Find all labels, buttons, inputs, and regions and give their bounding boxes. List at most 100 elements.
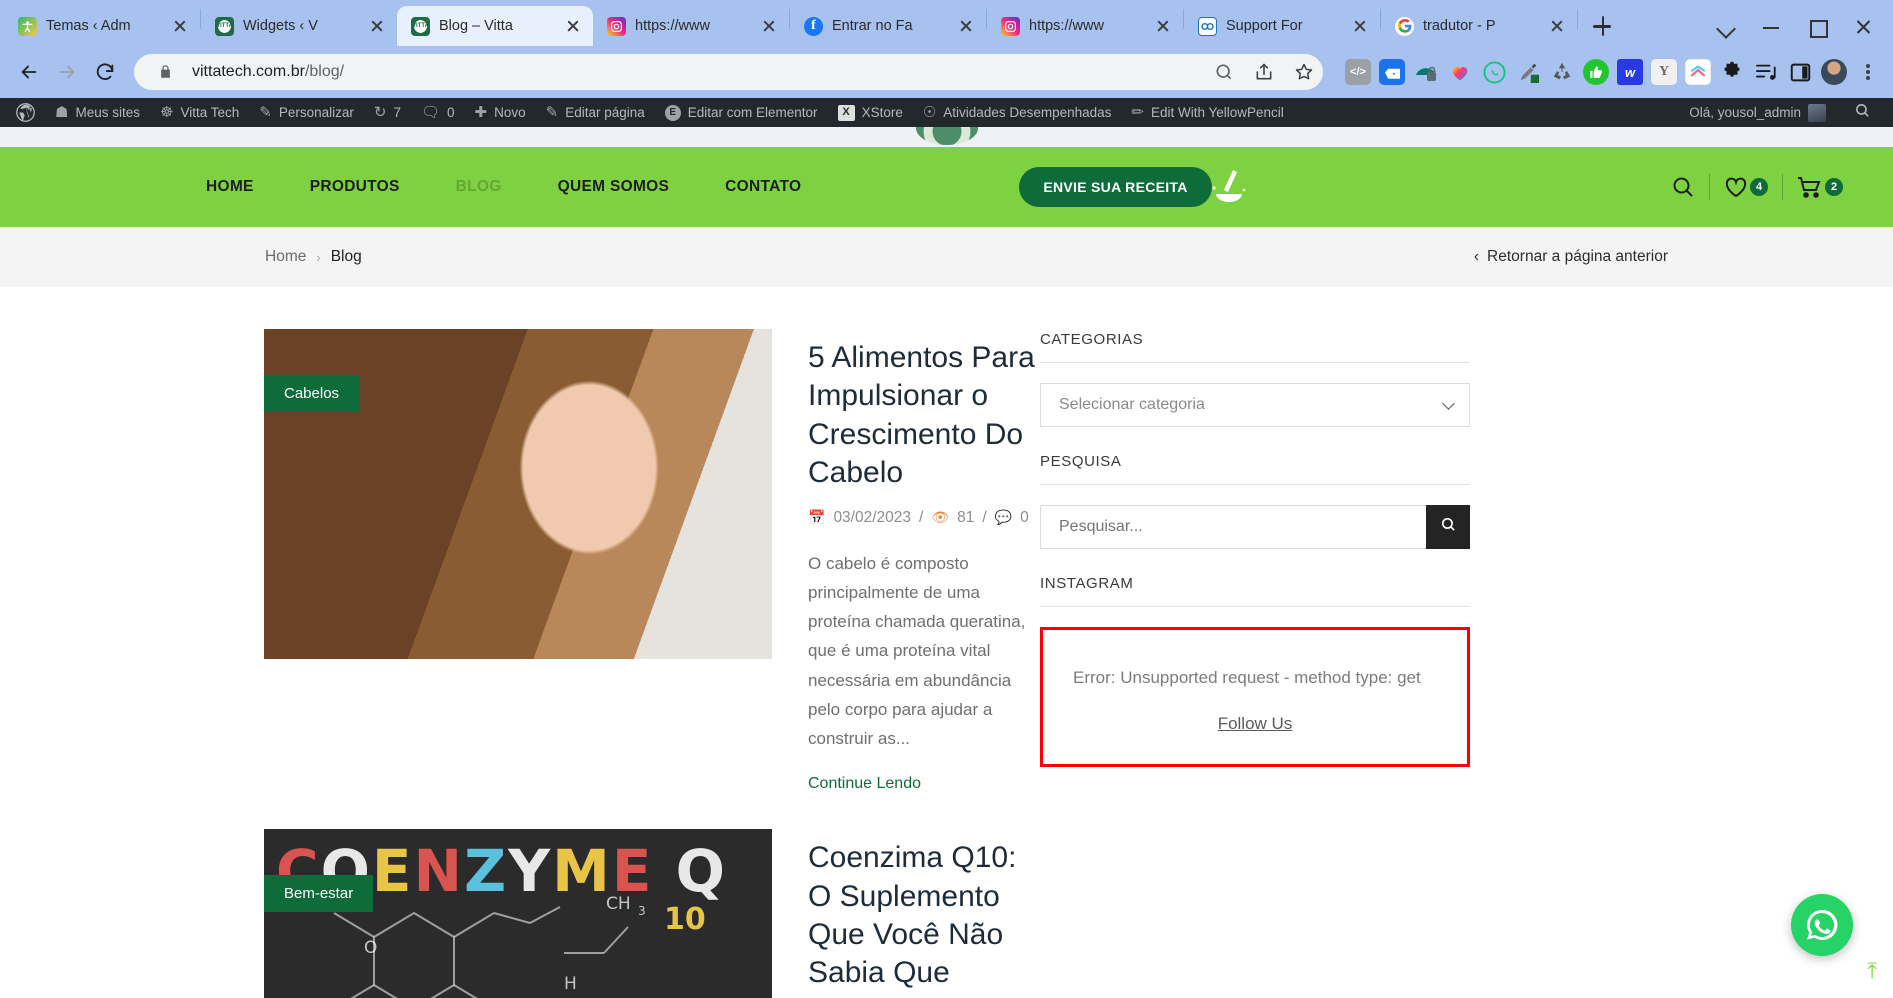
cart-icon[interactable]: 2 <box>1783 176 1857 199</box>
wishlist-icon[interactable]: 4 <box>1710 176 1782 198</box>
close-icon[interactable] <box>1350 16 1370 36</box>
minimize-icon[interactable] <box>1763 20 1781 34</box>
close-icon[interactable] <box>367 16 387 36</box>
thumbs-up-icon[interactable] <box>1583 59 1609 85</box>
search-input[interactable] <box>1040 505 1426 549</box>
incognito-lock-icon[interactable] <box>1413 59 1439 85</box>
post-thumbnail[interactable]: Bem-estar COENZYME Q CH 3 H O 10 <box>264 829 772 998</box>
search-icon[interactable] <box>1657 175 1709 199</box>
close-icon[interactable] <box>1547 16 1567 36</box>
tab-separator <box>1577 8 1578 29</box>
back-button[interactable] <box>12 55 46 89</box>
y-grey-icon[interactable]: Y <box>1651 59 1677 85</box>
clickup-icon[interactable] <box>1685 59 1711 85</box>
browser-tab[interactable]: tradutor - P <box>1381 6 1577 46</box>
continue-reading-link[interactable]: Continue Lendo <box>808 775 921 792</box>
whatsapp-green-icon[interactable] <box>1481 59 1507 85</box>
search-submit-button[interactable] <box>1426 505 1470 549</box>
adminbar-item-vitta-tech[interactable]: ☸ Vitta Tech <box>150 98 249 127</box>
reload-button[interactable] <box>88 55 122 89</box>
close-icon[interactable] <box>1153 16 1173 36</box>
address-bar-row: vittatech.com.br/blog/ </> w Y <box>0 46 1893 98</box>
adminbar-greeting[interactable]: Olá, yousol_admin <box>1679 98 1832 127</box>
playlist-icon[interactable] <box>1753 59 1779 85</box>
adminbar-item-atividades[interactable]: ☉ Atividades Desempenhadas <box>913 98 1122 127</box>
close-window-icon[interactable] <box>1855 20 1873 34</box>
browser-tab[interactable]: Support For <box>1184 6 1380 46</box>
follow-us-link[interactable]: Follow Us <box>1073 714 1437 734</box>
adminbar-item-yellowpencil[interactable]: ✏ Edit With YellowPencil <box>1121 98 1293 127</box>
instagram-error-message: Error: Unsupported request - method type… <box>1073 668 1421 687</box>
browser-tab-active[interactable]: VITTA Blog – Vitta <box>397 6 593 46</box>
maximize-icon[interactable] <box>1809 20 1828 38</box>
elementor-icon: E <box>664 104 681 121</box>
wordpress-logo-icon[interactable] <box>6 98 45 127</box>
adminbar-item-updates[interactable]: ↻ 7 <box>364 98 411 127</box>
extension-icons: </> w Y <box>1335 59 1881 85</box>
whatsapp-float-button[interactable] <box>1791 894 1853 956</box>
browser-tab[interactable]: https://www <box>987 6 1183 46</box>
w-blue-icon[interactable]: w <box>1617 59 1643 85</box>
browser-tab[interactable]: https://www <box>593 6 789 46</box>
browser-menu-icon[interactable] <box>1855 59 1881 85</box>
adminbar-item-elementor[interactable]: E Editar com Elementor <box>655 98 828 127</box>
new-tab-button[interactable] <box>1586 10 1618 42</box>
xstore-icon: X <box>837 104 855 121</box>
omnibox[interactable]: vittatech.com.br/blog/ <box>134 54 1323 90</box>
plus-icon: ✚ <box>474 104 488 121</box>
eyedropper-icon[interactable] <box>1515 59 1541 85</box>
recycle-icon[interactable] <box>1549 59 1575 85</box>
nav-item-quem-somos[interactable]: QUEM SOMOS <box>530 178 698 196</box>
site-logo[interactable] <box>915 127 978 145</box>
breadcrumb-home[interactable]: Home <box>265 248 306 266</box>
site-header-strip <box>0 127 1893 147</box>
close-icon[interactable] <box>956 16 976 36</box>
search-icon[interactable] <box>1842 102 1883 124</box>
header-actions: 4 2 <box>1657 174 1893 200</box>
bookmark-blue-icon[interactable] <box>1379 59 1405 85</box>
puzzle-icon[interactable] <box>1719 59 1745 85</box>
share-icon[interactable] <box>1251 59 1277 85</box>
post-item: Bem-estar COENZYME Q CH 3 H O 10 Coenzim… <box>264 829 1040 998</box>
post-thumbnail[interactable]: Cabelos <box>264 329 772 659</box>
back-link-label: Retornar a página anterior <box>1487 248 1668 265</box>
back-link[interactable]: ‹ Retornar a página anterior <box>1474 248 1668 266</box>
code-icon[interactable]: </> <box>1345 59 1371 85</box>
lock-icon[interactable] <box>152 59 178 85</box>
browser-tab[interactable]: Temas ‹ Adm <box>4 6 200 46</box>
category-select[interactable]: Selecionar categoria <box>1040 383 1470 427</box>
envie-sua-receita-button[interactable]: ENVIE SUA RECEITA <box>1019 167 1212 207</box>
sidepanel-icon[interactable] <box>1787 59 1813 85</box>
adminbar-item-personalizar[interactable]: ✎ Personalizar <box>249 98 364 127</box>
nav-item-contato[interactable]: CONTATO <box>697 178 829 196</box>
adminbar-item-meus-sites[interactable]: ☗ Meus sites <box>45 98 150 127</box>
post-category-badge[interactable]: Cabelos <box>264 375 360 412</box>
adminbar-item-novo[interactable]: ✚ Novo <box>465 98 536 127</box>
profile-avatar[interactable] <box>1821 59 1847 85</box>
adminbar-item-xstore[interactable]: X XStore <box>828 98 913 127</box>
post-title[interactable]: Coenzima Q10: O Suplemento Que Você Não … <box>808 839 1040 998</box>
close-icon[interactable] <box>563 16 583 36</box>
close-icon[interactable] <box>759 16 779 36</box>
adminbar-item-editar-pagina[interactable]: ✎ Editar página <box>536 98 655 127</box>
edit-icon: ✎ <box>545 104 559 121</box>
browser-tab[interactable]: VITTA Widgets ‹ V <box>201 6 397 46</box>
nav-item-home[interactable]: HOME <box>178 178 282 196</box>
heart-rainbow-icon[interactable] <box>1447 59 1473 85</box>
forward-button[interactable] <box>50 55 84 89</box>
activity-icon: ☉ <box>922 104 937 121</box>
comment-icon: 💬 <box>994 509 1013 526</box>
post-category-badge[interactable]: Bem-estar <box>264 875 374 913</box>
star-icon[interactable] <box>1291 59 1317 85</box>
post-title[interactable]: 5 Alimentos Para Impulsionar o Crescimen… <box>808 339 1040 493</box>
scroll-to-top-icon[interactable]: ⤒ <box>1867 958 1877 984</box>
adminbar-item-comments[interactable]: 🗨 0 <box>411 98 465 127</box>
comments-icon: 🗨 <box>420 104 440 121</box>
nav-item-blog[interactable]: BLOG <box>428 178 530 196</box>
close-icon[interactable] <box>170 16 190 36</box>
zoom-icon[interactable] <box>1211 59 1237 85</box>
chevron-icon[interactable] <box>1717 20 1735 34</box>
nav-item-produtos[interactable]: PRODUTOS <box>282 178 428 196</box>
browser-tab[interactable]: f Entrar no Fa <box>790 6 986 46</box>
post-meta: 📅 03/02/2023 / 👁 81 / 💬 0 <box>808 509 1040 527</box>
